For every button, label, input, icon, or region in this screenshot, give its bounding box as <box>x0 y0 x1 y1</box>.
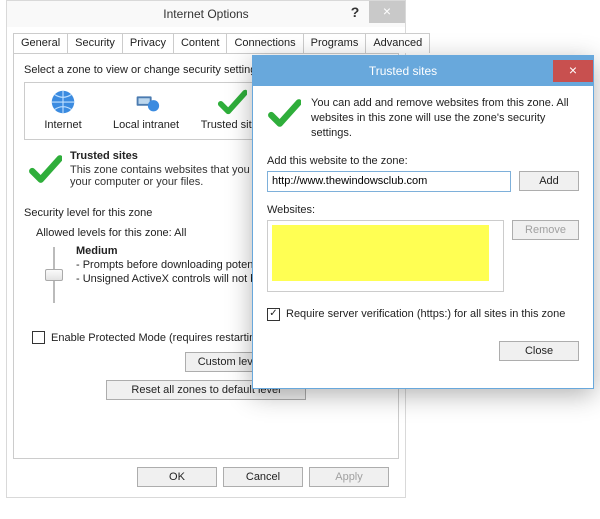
trusted-sites-titlebar: Trusted sites × <box>253 56 593 86</box>
internet-options-titlebar: Internet Options ? × <box>7 1 405 27</box>
remove-button[interactable]: Remove <box>512 220 579 240</box>
security-slider[interactable] <box>44 245 64 305</box>
add-button[interactable]: Add <box>519 171 579 191</box>
ok-button[interactable]: OK <box>137 467 217 487</box>
add-website-input[interactable] <box>267 171 511 192</box>
cancel-button[interactable]: Cancel <box>223 467 303 487</box>
close-dialog-button[interactable]: Close <box>499 341 579 361</box>
checkmark-icon <box>217 87 247 117</box>
tab-advanced[interactable]: Advanced <box>365 33 430 53</box>
add-website-label: Add this website to the zone: <box>267 155 579 167</box>
tab-content[interactable]: Content <box>173 33 228 53</box>
trusted-sites-intro: You can add and remove websites from thi… <box>311 96 579 141</box>
websites-label: Websites: <box>267 204 579 216</box>
tab-privacy[interactable]: Privacy <box>122 33 174 53</box>
tab-security[interactable]: Security <box>67 33 123 53</box>
level-name: Medium <box>76 245 118 257</box>
trusted-sites-title: Trusted sites <box>253 64 553 78</box>
zone-local-intranet-label: Local intranet <box>113 119 179 131</box>
checkmark-icon <box>267 96 301 133</box>
require-https-checkbox[interactable]: ✓ <box>267 308 280 321</box>
protected-mode-checkbox[interactable] <box>32 331 45 344</box>
close-button[interactable]: × <box>553 60 593 82</box>
require-https-row[interactable]: ✓ Require server verification (https:) f… <box>267 308 579 321</box>
checkmark-icon <box>28 152 62 191</box>
zone-internet[interactable]: Internet <box>33 87 93 131</box>
tab-strip: General Security Privacy Content Connect… <box>7 27 405 53</box>
zone-internet-label: Internet <box>44 119 81 131</box>
slider-thumb[interactable] <box>45 269 63 281</box>
globe-icon <box>48 87 78 117</box>
tab-connections[interactable]: Connections <box>226 33 303 53</box>
intranet-icon <box>131 87 161 117</box>
websites-listbox[interactable] <box>267 220 504 292</box>
highlight-region <box>272 225 489 281</box>
zone-local-intranet[interactable]: Local intranet <box>111 87 181 131</box>
trusted-sites-dialog: Trusted sites × You can add and remove w… <box>252 55 594 389</box>
close-button[interactable]: × <box>369 1 405 23</box>
help-button[interactable]: ? <box>341 1 369 23</box>
require-https-label: Require server verification (https:) for… <box>286 308 565 320</box>
tab-general[interactable]: General <box>13 33 68 53</box>
apply-button[interactable]: Apply <box>309 467 389 487</box>
tab-programs[interactable]: Programs <box>303 33 367 53</box>
